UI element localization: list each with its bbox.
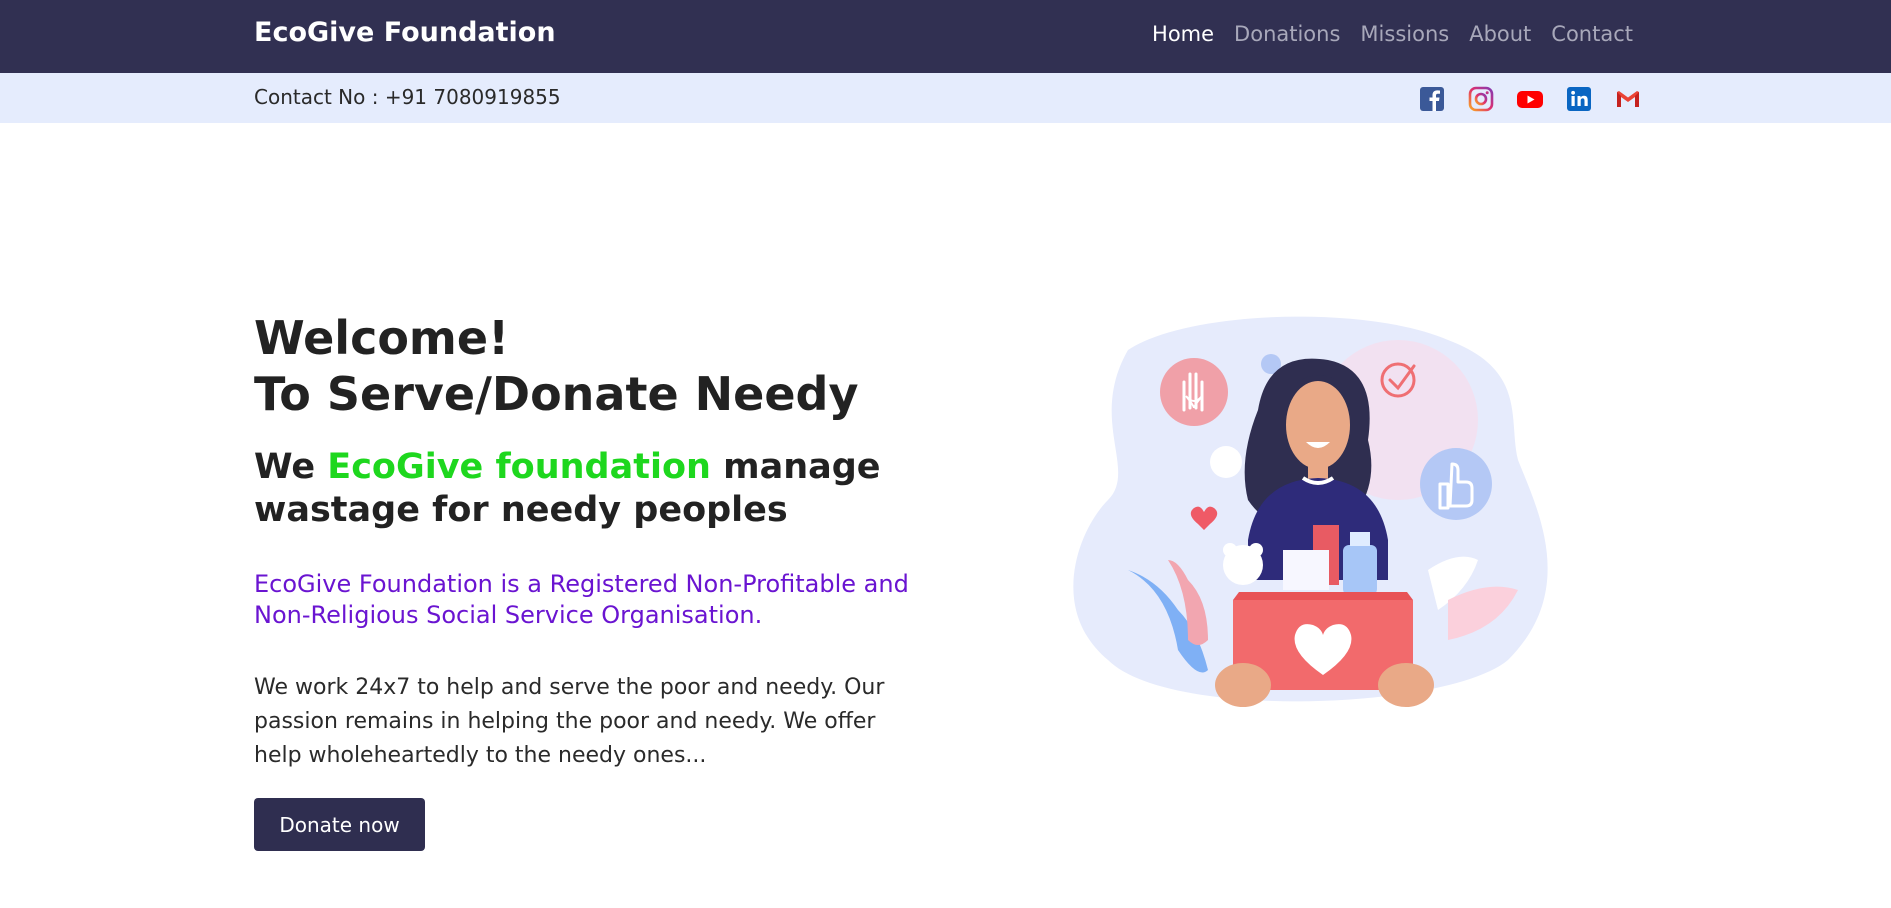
hero-title-line2: To Serve/Donate Needy — [254, 367, 859, 421]
linkedin-icon[interactable] — [1565, 85, 1593, 113]
tagline-prefix: We — [254, 447, 328, 487]
nav-donations[interactable]: Donations — [1234, 22, 1340, 46]
donate-now-button[interactable]: Donate now — [254, 798, 425, 851]
nav-contact[interactable]: Contact — [1551, 22, 1633, 46]
social-links — [1418, 85, 1642, 113]
gmail-icon[interactable] — [1614, 85, 1642, 113]
contact-number: Contact No : +91 7080919855 — [254, 85, 561, 109]
contact-bar: Contact No : +91 7080919855 — [0, 73, 1891, 123]
facebook-icon[interactable] — [1418, 85, 1446, 113]
navbar: EcoGive Foundation Home Donations Missio… — [0, 0, 1891, 73]
hero-title-line1: Welcome! — [254, 311, 510, 365]
registration-statement: EcoGive Foundation is a Registered Non-P… — [254, 570, 909, 629]
tagline-highlight: EcoGive foundation — [327, 447, 711, 487]
nav-home[interactable]: Home — [1152, 22, 1214, 46]
hero-description: We work 24x7 to help and serve the poor … — [254, 675, 885, 768]
brand-logo[interactable]: EcoGive Foundation — [254, 17, 556, 48]
instagram-icon[interactable] — [1467, 85, 1495, 113]
youtube-icon[interactable] — [1516, 85, 1544, 113]
hero-title: Welcome! To Serve/Donate Needy — [254, 310, 858, 422]
nav-about[interactable]: About — [1469, 22, 1531, 46]
nav-links: Home Donations Missions About Contact — [1152, 22, 1633, 46]
donation-illustration — [1068, 310, 1548, 720]
hero-tagline: We EcoGive foundation manage wastage for… — [254, 446, 914, 532]
nav-missions[interactable]: Missions — [1360, 22, 1449, 46]
